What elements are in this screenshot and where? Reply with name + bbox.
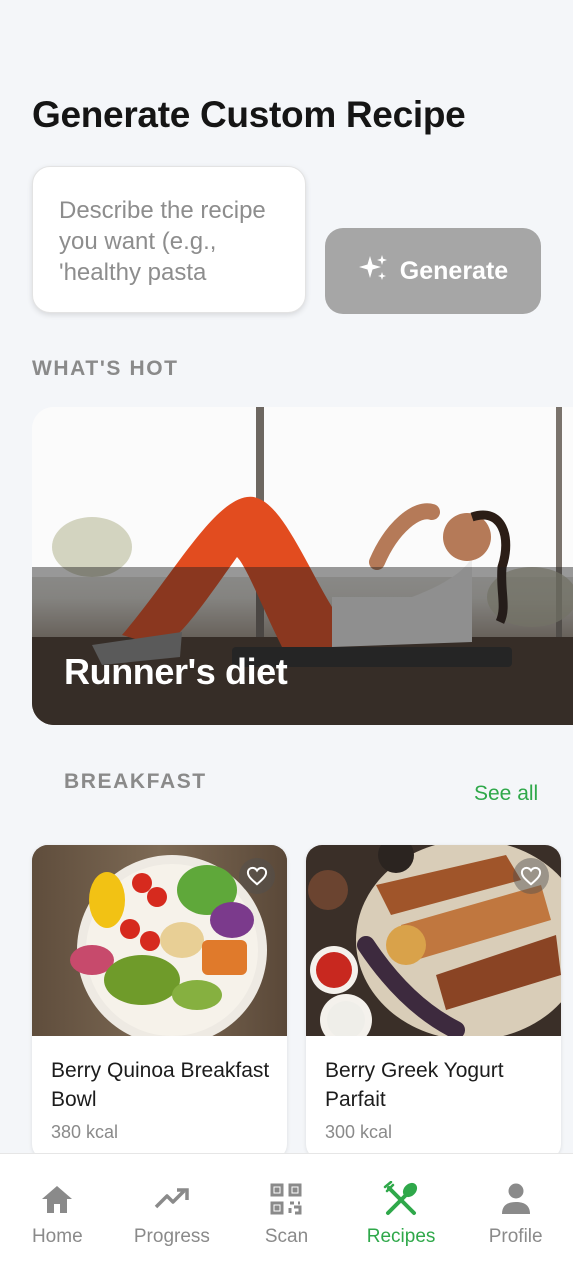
home-icon <box>40 1180 74 1218</box>
fork-spoon-icon <box>383 1180 419 1218</box>
qr-code-icon <box>268 1180 304 1218</box>
page-title: Generate Custom Recipe <box>32 94 466 135</box>
sparkles-icon <box>358 253 388 290</box>
generate-button[interactable]: Generate <box>325 228 541 314</box>
card-overlay <box>32 567 573 725</box>
recipe-image <box>306 845 561 1036</box>
generate-label: Generate <box>399 256 509 285</box>
hot-card-title: Runner's diet <box>64 651 288 692</box>
recipe-name: Berry Quinoa Breakfast Bowl <box>51 1059 270 1111</box>
nav-scan-label: Scan <box>264 1226 309 1247</box>
recipe-calories: 300 kcal <box>325 1122 393 1142</box>
nav-profile[interactable]: Profile <box>459 1180 573 1248</box>
heart-icon <box>520 866 542 886</box>
breakfast-heading: BREAKFAST <box>64 770 207 793</box>
nav-recipes[interactable]: Recipes <box>344 1180 458 1248</box>
whats-hot-heading: WHAT'S HOT <box>32 357 179 380</box>
nav-progress-label: Progress <box>133 1226 210 1247</box>
recipe-card[interactable]: Berry Greek Yogurt Parfait 300 kcal <box>306 845 561 1160</box>
recipe-name: Berry Greek Yogurt Parfait <box>325 1059 504 1111</box>
recipe-prompt-field[interactable] <box>32 166 306 313</box>
whats-hot-card[interactable]: Runner's diet <box>32 407 573 725</box>
nav-profile-label: Profile <box>488 1226 543 1247</box>
recipe-prompt-input[interactable] <box>59 195 283 291</box>
favorite-button[interactable] <box>513 858 549 894</box>
nav-scan[interactable]: Scan <box>229 1180 343 1248</box>
nav-home[interactable]: Home <box>0 1180 114 1248</box>
nav-progress[interactable]: Progress <box>115 1180 229 1248</box>
heart-icon <box>246 866 268 886</box>
favorite-button[interactable] <box>239 858 275 894</box>
recipe-calories: 380 kcal <box>51 1122 119 1142</box>
see-all-link[interactable]: See all <box>474 782 538 806</box>
trending-up-icon <box>154 1180 190 1218</box>
nav-home-label: Home <box>31 1226 83 1247</box>
recipe-image <box>32 845 287 1036</box>
nav-recipes-label: Recipes <box>366 1226 436 1247</box>
recipe-card[interactable]: Berry Quinoa Breakfast Bowl 380 kcal <box>32 845 287 1160</box>
person-icon <box>500 1180 532 1218</box>
bottom-navigation: Home Progress Scan Recipes Profile <box>0 1153 573 1280</box>
